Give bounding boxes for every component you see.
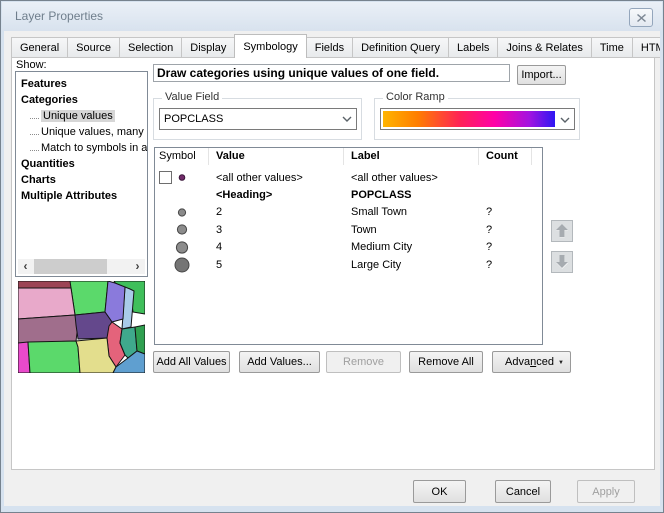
method-description: Draw categories using unique values of o… — [153, 64, 510, 82]
tab-symbology[interactable]: Symbology — [234, 34, 306, 58]
move-down-button[interactable] — [551, 251, 573, 273]
tree-branch-line — [30, 146, 39, 151]
scrollbar-thumb[interactable] — [34, 259, 107, 274]
state-polygon — [18, 281, 71, 288]
add-all-values-button[interactable]: Add All Values — [153, 351, 230, 373]
tree-item-match-symbols[interactable]: Match to symbols in a — [16, 140, 147, 156]
color-ramp-dropdown[interactable] — [380, 108, 575, 130]
chevron-down-icon — [338, 116, 356, 122]
table-row-all-other-values[interactable]: <all other values> <all other values> — [155, 169, 542, 186]
close-icon — [637, 14, 646, 22]
ok-button[interactable]: OK — [413, 480, 466, 503]
tab-display[interactable]: Display — [181, 37, 235, 58]
arrow-up-icon — [556, 224, 568, 238]
dropdown-arrow-icon: ▼ — [558, 360, 564, 366]
tree-item-categories[interactable]: Categories — [16, 92, 147, 108]
color-ramp-swatch — [383, 111, 555, 127]
tab-general[interactable]: General — [11, 37, 68, 58]
tree-item-features[interactable]: Features — [16, 76, 147, 92]
tree-item-quantities[interactable]: Quantities — [16, 156, 147, 172]
point-symbol-icon — [155, 256, 209, 273]
state-polygon — [18, 315, 78, 343]
dialog-title: Layer Properties — [15, 2, 103, 31]
column-header-count[interactable]: Count — [479, 148, 532, 165]
color-ramp-label: Color Ramp — [383, 91, 448, 103]
column-header-symbol[interactable]: Symbol — [155, 148, 209, 165]
cancel-button[interactable]: Cancel — [495, 480, 551, 503]
close-button[interactable] — [629, 8, 653, 27]
point-symbol-icon — [155, 239, 209, 256]
tab-fields[interactable]: Fields — [306, 37, 353, 58]
import-button[interactable]: Import... — [517, 65, 566, 85]
layer-properties-dialog: Layer Properties General Source Selectio… — [0, 0, 664, 513]
state-polygon — [28, 341, 80, 373]
value-field-dropdown[interactable]: POPCLASS — [159, 108, 357, 130]
show-tree: Features Categories Unique values Unique… — [15, 71, 148, 277]
tab-bar: General Source Selection Display Symbolo… — [11, 37, 664, 58]
point-symbol-icon — [155, 169, 209, 186]
table-row-value-2[interactable]: 2 Small Town ? — [155, 204, 542, 221]
table-row-value-3[interactable]: 3 Town ? — [155, 221, 542, 238]
scroll-left-icon[interactable]: ‹ — [18, 259, 33, 274]
remove-all-button[interactable]: Remove All — [409, 351, 483, 373]
tree-item-charts[interactable]: Charts — [16, 172, 147, 188]
tree-item-multiple-attributes[interactable]: Multiple Attributes — [16, 188, 147, 204]
column-header-value[interactable]: Value — [209, 148, 344, 165]
tree-item-unique-values[interactable]: Unique values — [16, 108, 147, 124]
advanced-button[interactable]: Advanced▼ — [492, 351, 571, 373]
tab-definition-query[interactable]: Definition Query — [352, 37, 449, 58]
arrow-down-icon — [556, 255, 568, 269]
show-label: Show: — [16, 59, 47, 71]
point-symbol-icon — [155, 204, 209, 221]
move-up-button[interactable] — [551, 220, 573, 242]
tab-joins-relates[interactable]: Joins & Relates — [497, 37, 591, 58]
point-symbol-icon — [155, 221, 209, 238]
title-bar[interactable]: Layer Properties — [2, 2, 662, 31]
add-values-button[interactable]: Add Values... — [239, 351, 320, 373]
values-list-header: Symbol Value Label Count — [155, 148, 542, 165]
state-polygon — [75, 312, 112, 339]
state-polygon — [135, 325, 145, 354]
value-field-label: Value Field — [162, 91, 222, 103]
tab-selection[interactable]: Selection — [119, 37, 182, 58]
tree-branch-line — [30, 130, 39, 135]
remove-button[interactable]: Remove — [326, 351, 401, 373]
value-field-group: Value Field POPCLASS — [153, 98, 362, 140]
tab-html-popup[interactable]: HTML Popup — [632, 37, 664, 58]
table-row-value-5[interactable]: 5 Large City ? — [155, 256, 542, 273]
column-header-label[interactable]: Label — [344, 148, 479, 165]
chevron-down-icon — [556, 117, 574, 123]
tree-hscrollbar[interactable]: ‹ › — [18, 259, 145, 274]
scroll-right-icon[interactable]: › — [130, 259, 145, 274]
tab-time[interactable]: Time — [591, 37, 633, 58]
state-polygon — [18, 288, 75, 319]
tree-item-unique-values-many[interactable]: Unique values, many — [16, 124, 147, 140]
symbology-tab-page: Show: Features Categories Unique values … — [11, 57, 655, 470]
map-preview — [18, 281, 145, 373]
color-ramp-group: Color Ramp — [374, 98, 580, 140]
table-row-heading[interactable]: <Heading> POPCLASS — [155, 186, 542, 203]
tab-source[interactable]: Source — [67, 37, 120, 58]
tree-branch-line — [30, 114, 39, 119]
values-list: Symbol Value Label Count <all other valu… — [154, 147, 543, 345]
apply-button[interactable]: Apply — [577, 480, 635, 503]
tab-labels[interactable]: Labels — [448, 37, 498, 58]
table-row-value-4[interactable]: 4 Medium City ? — [155, 239, 542, 256]
